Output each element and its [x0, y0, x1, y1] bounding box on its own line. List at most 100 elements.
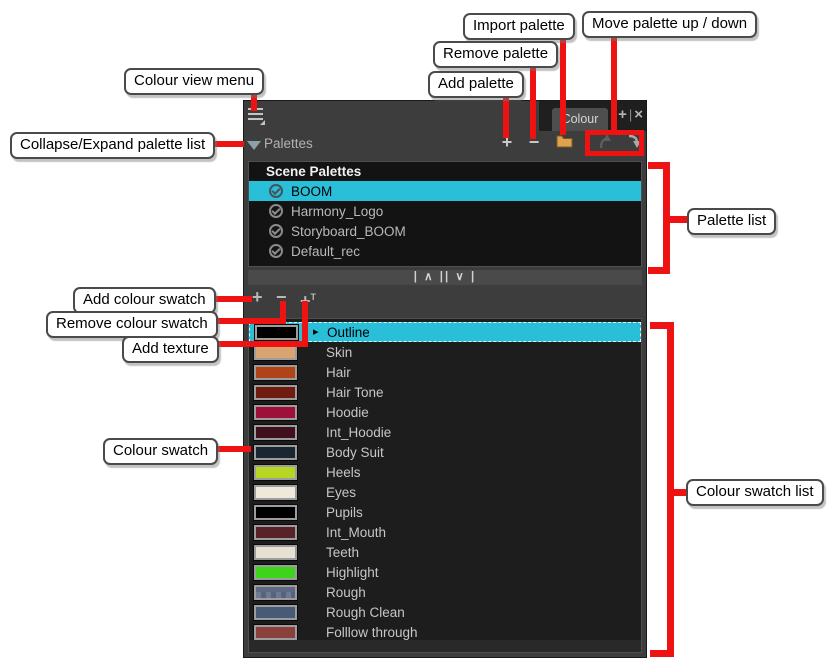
palette-check-icon — [269, 224, 283, 238]
swatch-name: Hair Tone — [326, 385, 384, 400]
palette-check-icon — [269, 184, 283, 198]
callout-remove-palette: Remove palette — [433, 41, 558, 68]
swatch-name: Skin — [326, 345, 352, 360]
palette-row[interactable]: Default_rec — [249, 241, 641, 261]
swatch-row[interactable]: Heels — [249, 462, 641, 482]
swatch-name: Teeth — [326, 545, 359, 560]
colour-panel: Colour + | × Palettes + − — [243, 100, 647, 658]
swatch-name: Rough — [326, 585, 366, 600]
swatch-row[interactable]: Highlight — [249, 562, 641, 582]
line-add-palette — [503, 94, 509, 138]
palette-list: Scene Palettes BOOMHarmony_LogoStoryboar… — [248, 161, 642, 267]
colour-swatch-list: ▸Outline Skin Hair Hair Tone Hoodie Int_Hoodi… — [248, 318, 642, 653]
swatch-row[interactable]: Hair — [249, 362, 641, 382]
palette-name: Harmony_Logo — [291, 204, 383, 219]
callout-colour-view-menu: Colour view menu — [124, 68, 264, 95]
colour-chip[interactable] — [254, 505, 297, 520]
palette-rows: BOOM Harmony_Logo Storyboard_BOOM Default_r… — [249, 181, 641, 261]
callout-colour-swatch: Colour swatch — [103, 438, 218, 465]
collapse-palette-list-icon[interactable] — [247, 141, 261, 150]
colour-chip[interactable] — [254, 565, 297, 580]
swatch-name: Folllow through — [326, 625, 418, 640]
callout-add-texture: Add texture — [122, 336, 219, 363]
swatch-row[interactable]: Hoodie — [249, 402, 641, 422]
bracket-palette-list — [663, 162, 670, 274]
colour-chip[interactable] — [254, 605, 297, 620]
swatch-name: Int_Hoodie — [326, 425, 391, 440]
tab-bar: Colour + | × — [539, 101, 646, 131]
colour-chip[interactable] — [254, 545, 297, 560]
line-remove-swatch — [213, 318, 286, 324]
callout-colour-swatch-list: Colour swatch list — [686, 479, 824, 506]
move-palette-highlight-rect — [585, 130, 644, 156]
colour-chip[interactable] — [254, 485, 297, 500]
line-move-palette — [611, 34, 617, 131]
swatch-row[interactable]: Eyes — [249, 482, 641, 502]
swatch-row[interactable]: Folllow through — [249, 622, 641, 642]
palette-name: BOOM — [291, 184, 332, 199]
swatch-rows: ▸Outline Skin Hair Hair Tone Hoodie Int_Hoodi… — [249, 322, 641, 642]
swatch-name: Int_Mouth — [326, 525, 386, 540]
swatch-name: Heels — [326, 465, 361, 480]
colour-chip[interactable] — [254, 525, 297, 540]
swatch-row[interactable]: Int_Mouth — [249, 522, 641, 542]
splitter-down-icon[interactable]: ∨ — [455, 271, 465, 283]
callout-add-colour-swatch: Add colour swatch — [73, 287, 216, 314]
bracket-palette-list-top — [648, 162, 670, 169]
tab-close-icon[interactable]: × — [634, 106, 643, 124]
colour-chip[interactable] — [254, 365, 297, 380]
palette-name: Storyboard_BOOM — [291, 224, 406, 239]
bracket-swatch-list — [667, 322, 674, 657]
colour-chip[interactable] — [255, 325, 298, 340]
colour-view-documentation: Colour + | × Palettes + − — [0, 0, 839, 670]
palette-row[interactable]: Harmony_Logo — [249, 201, 641, 221]
current-colour-marker-icon: ▸ — [313, 322, 325, 342]
swatch-name: Hoodie — [326, 405, 369, 420]
palette-row[interactable]: Storyboard_BOOM — [249, 221, 641, 241]
swatch-row[interactable]: Rough — [249, 582, 641, 602]
swatch-name: Outline — [327, 325, 370, 340]
palette-check-icon — [269, 244, 283, 258]
callout-add-palette: Add palette — [428, 71, 524, 98]
splitter-bar: || — [440, 271, 450, 283]
splitter-up-icon[interactable]: ∧ — [424, 271, 434, 283]
line-collapse-expand — [213, 141, 244, 147]
add-colour-swatch-button[interactable]: + — [252, 286, 263, 308]
colour-chip[interactable] — [254, 405, 297, 420]
callout-palette-list: Palette list — [687, 208, 776, 235]
colour-chip[interactable] — [254, 445, 297, 460]
callout-move-palette: Move palette up / down — [582, 11, 757, 38]
tab-add-icon[interactable]: + — [618, 106, 627, 124]
swatch-list-footer — [249, 640, 641, 652]
palette-check-icon — [269, 204, 283, 218]
swatch-name: Hair — [326, 365, 351, 380]
colour-chip[interactable] — [254, 585, 297, 600]
swatch-row[interactable]: Pupils — [249, 502, 641, 522]
line-add-texture — [213, 341, 308, 347]
line-add-swatch — [213, 296, 252, 302]
bracket-palette-list-bottom — [648, 267, 670, 274]
splitter-bar: | — [414, 271, 419, 283]
swatch-row[interactable]: Body Suit — [249, 442, 641, 462]
palettes-section-label: Palettes — [264, 136, 313, 151]
bracket-swatch-list-top — [650, 322, 674, 329]
folder-icon — [556, 134, 573, 148]
splitter-bar: | — [471, 271, 476, 283]
swatch-name: Rough Clean — [326, 605, 405, 620]
swatch-name: Body Suit — [326, 445, 384, 460]
callout-import-palette: Import palette — [463, 13, 575, 40]
swatch-row[interactable]: Hair Tone — [249, 382, 641, 402]
colour-chip[interactable] — [254, 425, 297, 440]
swatch-name: Highlight — [326, 565, 379, 580]
swatch-row[interactable]: Rough Clean — [249, 602, 641, 622]
palette-row[interactable]: BOOM — [249, 181, 641, 201]
palette-name: Default_rec — [291, 244, 360, 259]
swatch-row[interactable]: Teeth — [249, 542, 641, 562]
colour-chip[interactable] — [254, 385, 297, 400]
colour-chip[interactable] — [254, 625, 297, 640]
tab-separator: | — [629, 106, 632, 124]
swatch-row[interactable]: Int_Hoodie — [249, 422, 641, 442]
palette-swatch-splitter[interactable]: | ∧ || ∨ | — [248, 270, 642, 285]
colour-chip[interactable] — [254, 465, 297, 480]
callout-collapse-expand: Collapse/Expand palette list — [10, 132, 215, 159]
